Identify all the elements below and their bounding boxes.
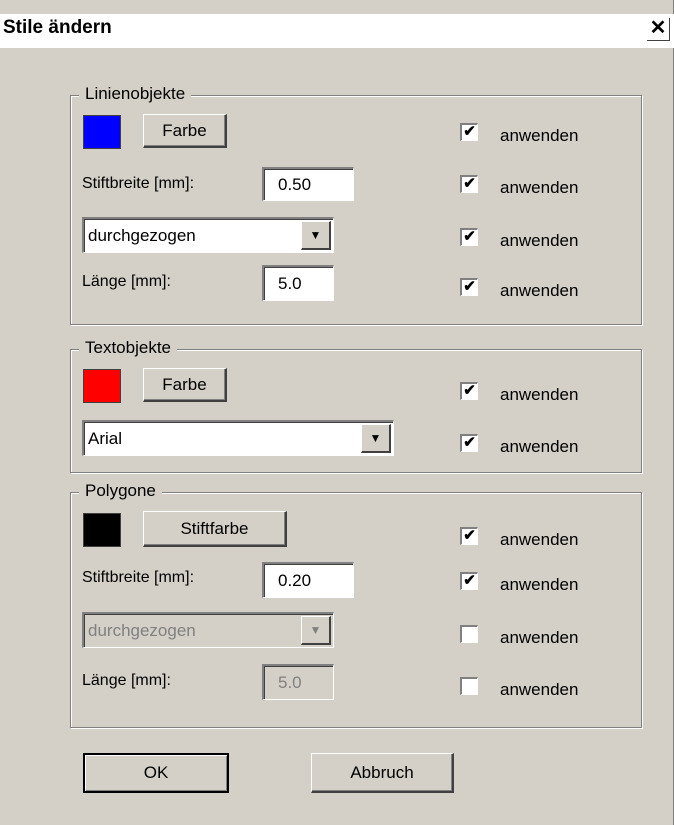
polygone-apply-linestyle-label: anwenden xyxy=(500,628,579,647)
polygone-color-swatch xyxy=(83,513,121,547)
ok-button[interactable]: OK xyxy=(83,753,229,793)
text-color-button[interactable]: Farbe xyxy=(143,368,227,402)
linien-apply-linestyle-label: anwenden xyxy=(500,231,579,250)
cancel-button[interactable]: Abbruch xyxy=(311,753,454,793)
text-font-value: Arial xyxy=(88,428,123,448)
text-apply-color-checkbox[interactable]: ✔ xyxy=(460,382,478,400)
linien-apply-length-checkbox[interactable]: ✔ xyxy=(460,278,478,296)
polygone-penwidth-label: Stiftbreite [mm]: xyxy=(82,569,195,586)
polygone-apply-color-label: anwenden xyxy=(500,530,579,549)
chevron-down-icon[interactable]: ▼ xyxy=(301,616,331,645)
polygone-penwidth-input[interactable]: 0.20 xyxy=(262,562,354,598)
text-apply-font-checkbox[interactable]: ✔ xyxy=(460,434,478,452)
linien-linestyle-select[interactable]: durchgezogen ▼ xyxy=(82,217,334,253)
text-color-swatch xyxy=(83,369,121,403)
chevron-down-icon[interactable]: ▼ xyxy=(301,221,331,250)
linien-apply-color-label: anwenden xyxy=(500,126,579,145)
polygone-apply-length-label: anwenden xyxy=(500,680,579,699)
style-dialog: Stile ändern ✕ Linienobjekte Farbe ✔ anw… xyxy=(0,0,674,825)
polygone-penwidth-value: 0.20 xyxy=(278,570,312,590)
linien-apply-length-label: anwenden xyxy=(500,281,579,300)
close-icon[interactable]: ✕ xyxy=(647,18,670,41)
linien-apply-linestyle-checkbox[interactable]: ✔ xyxy=(460,228,478,246)
polygone-apply-color-checkbox[interactable]: ✔ xyxy=(460,527,478,545)
linien-penwidth-input[interactable]: 0.50 xyxy=(262,167,354,201)
polygone-apply-penwidth-checkbox[interactable]: ✔ xyxy=(460,572,478,590)
polygone-length-input[interactable]: 5.0 xyxy=(262,664,334,700)
linien-apply-penwidth-checkbox[interactable]: ✔ xyxy=(460,175,478,193)
polygone-apply-length-checkbox[interactable] xyxy=(460,677,478,695)
group-linienobjekte-legend: Linienobjekte xyxy=(79,84,192,104)
group-polygone-legend: Polygone xyxy=(79,481,162,501)
polygone-apply-linestyle-checkbox[interactable] xyxy=(460,625,478,643)
polygone-linestyle-value: durchgezogen xyxy=(88,620,196,640)
polygone-length-label: Länge [mm]: xyxy=(82,672,171,689)
polygone-color-button[interactable]: Stiftfarbe xyxy=(143,511,287,547)
linien-penwidth-label: Stiftbreite [mm]: xyxy=(82,175,195,192)
group-textobjekte-legend: Textobjekte xyxy=(79,338,177,358)
text-apply-font-label: anwenden xyxy=(500,437,579,456)
dialog-title: Stile ändern xyxy=(3,17,112,38)
linien-color-button[interactable]: Farbe xyxy=(143,114,227,148)
linien-linestyle-value: durchgezogen xyxy=(88,225,196,245)
title-bar: Stile ändern ✕ xyxy=(0,14,674,48)
polygone-length-value: 5.0 xyxy=(278,672,302,692)
polygone-apply-penwidth-label: anwenden xyxy=(500,575,579,594)
linien-penwidth-value: 0.50 xyxy=(278,174,312,194)
linien-length-value: 5.0 xyxy=(278,273,302,293)
linien-color-swatch xyxy=(83,115,121,149)
text-font-select[interactable]: Arial ▼ xyxy=(82,420,394,456)
linien-length-input[interactable]: 5.0 xyxy=(262,265,334,301)
linien-apply-color-checkbox[interactable]: ✔ xyxy=(460,123,478,141)
linien-length-label: Länge [mm]: xyxy=(82,273,171,290)
linien-apply-penwidth-label: anwenden xyxy=(500,178,579,197)
chevron-down-icon[interactable]: ▼ xyxy=(361,424,391,453)
text-apply-color-label: anwenden xyxy=(500,385,579,404)
polygone-linestyle-select[interactable]: durchgezogen ▼ xyxy=(82,612,334,648)
